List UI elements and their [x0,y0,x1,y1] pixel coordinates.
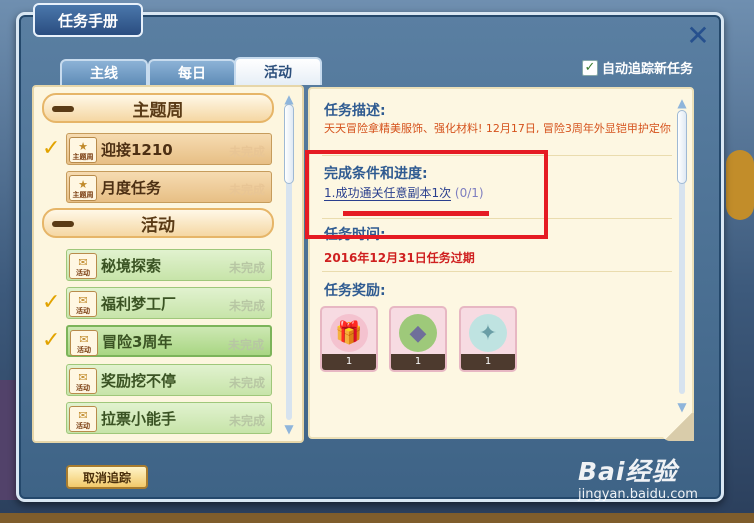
page-curl-decoration [662,413,694,441]
task-item-vote-helper[interactable]: ✉ 活动 拉票小能手 未完成 [66,402,272,434]
watermark-logo: Bai经验 [578,457,678,486]
reward-gem-orb[interactable]: ✦ 1 [459,306,517,372]
star-icon: ★ 主题周 [69,175,97,201]
crystal-shard-icon: ◆ [399,314,437,352]
close-icon[interactable]: ✕ [684,22,712,50]
group-label: 活动 [141,215,175,236]
group-header-activity[interactable]: 活动 [42,208,274,238]
task-item-adventure-anniversary[interactable]: ✉ 活动 冒险3周年 未完成 [66,325,272,357]
tab-daily[interactable]: 每日 [148,59,236,85]
auto-track-toggle[interactable]: ✓ 自动追踪新任务 [582,58,693,77]
task-item-welfare-factory[interactable]: ✉ 活动 福利梦工厂 未完成 [66,287,272,319]
reward-count: 1 [391,354,445,370]
gift-box-icon: 🎁 [330,314,368,352]
auto-track-label: 自动追踪新任务 [602,62,694,77]
task-item-status: 未完成 [228,261,265,275]
reward-count: 1 [461,354,515,370]
task-item-secret-explore[interactable]: ✉ 活动 秘境探索 未完成 [66,249,272,281]
scroll-icon: ✉ 活动 [70,330,98,356]
reward-crystal-shard[interactable]: ◆ 1 [389,306,447,372]
scroll-icon: ✉ 活动 [69,291,97,317]
task-item-status: 未完成 [228,299,265,313]
task-item-status: 未完成 [228,414,265,428]
task-item-status: 未完成 [228,145,265,159]
tab-event[interactable]: 活动 [234,57,322,85]
task-item-label: 秘境探索 [101,256,162,275]
task-item-label: 福利梦工厂 [101,294,177,313]
task-list-scrollbar[interactable]: ▲ ▼ [281,92,297,436]
dialog-title: 任务手册 [33,3,143,37]
background-decoration-right [726,150,754,220]
detail-scrollbar[interactable]: ▲ ▼ [674,96,690,414]
description-text: 天天冒险拿精美服饰、强化材料! 12月17日, 冒险3周年外显铠甲护定你 [324,122,671,135]
gem-orb-icon: ✦ [469,314,507,352]
reward-gift-box[interactable]: 🎁 1 [320,306,378,372]
task-item-status: 未完成 [228,376,265,390]
check-mark-icon: ✓ [42,136,61,161]
tab-main-quest[interactable]: 主线 [60,59,148,85]
group-header-theme-week[interactable]: 主题周 [42,93,274,123]
time-text: 2016年12月31日任务过期 [324,251,475,265]
reward-count: 1 [322,354,376,370]
task-item-label: 拉票小能手 [101,409,177,428]
task-item-label: 奖励挖不停 [101,371,177,390]
task-item-label: 冒险3周年 [102,332,173,351]
group-label: 主题周 [132,100,184,121]
annotation-highlight-box [305,150,548,239]
star-icon: ★ 主题周 [69,137,97,163]
task-item-status: 未完成 [228,183,265,197]
scroll-icon: ✉ 活动 [69,253,97,279]
scroll-up-arrow-icon[interactable]: ▲ [674,96,690,110]
task-item-status: 未完成 [227,338,264,352]
description-title: 任务描述: [324,103,386,119]
baidu-jingyan-watermark: Bai经验 jingyan.baidu.com [578,452,698,502]
task-item-welcome-1210[interactable]: ★ 主题周 迎接1210 未完成 [66,133,272,165]
cancel-track-button[interactable]: 取消追踪 [66,465,148,489]
task-item-label: 月度任务 [101,178,162,197]
scroll-icon: ✉ 活动 [69,368,97,394]
background-floor [0,513,754,523]
task-item-label: 迎接1210 [101,140,173,159]
checkbox-checked-icon[interactable]: ✓ [582,59,598,76]
annotation-highlight-underline [343,211,489,216]
collapse-minus-icon[interactable] [52,221,74,227]
task-item-monthly[interactable]: ★ 主题周 月度任务 未完成 [66,171,272,203]
scroll-down-arrow-icon[interactable]: ▼ [281,422,297,436]
collapse-minus-icon[interactable] [52,106,74,112]
check-mark-icon: ✓ [42,290,61,315]
task-item-reward-dig[interactable]: ✉ 活动 奖励挖不停 未完成 [66,364,272,396]
divider [322,271,672,272]
watermark-url: jingyan.baidu.com [578,487,698,502]
check-mark-icon: ✓ [42,328,61,353]
reward-title: 任务奖励: [324,283,386,299]
scroll-icon: ✉ 活动 [69,406,97,432]
scroll-down-arrow-icon[interactable]: ▼ [674,400,690,414]
scroll-thumb[interactable] [677,110,687,184]
scroll-thumb[interactable] [284,104,294,184]
